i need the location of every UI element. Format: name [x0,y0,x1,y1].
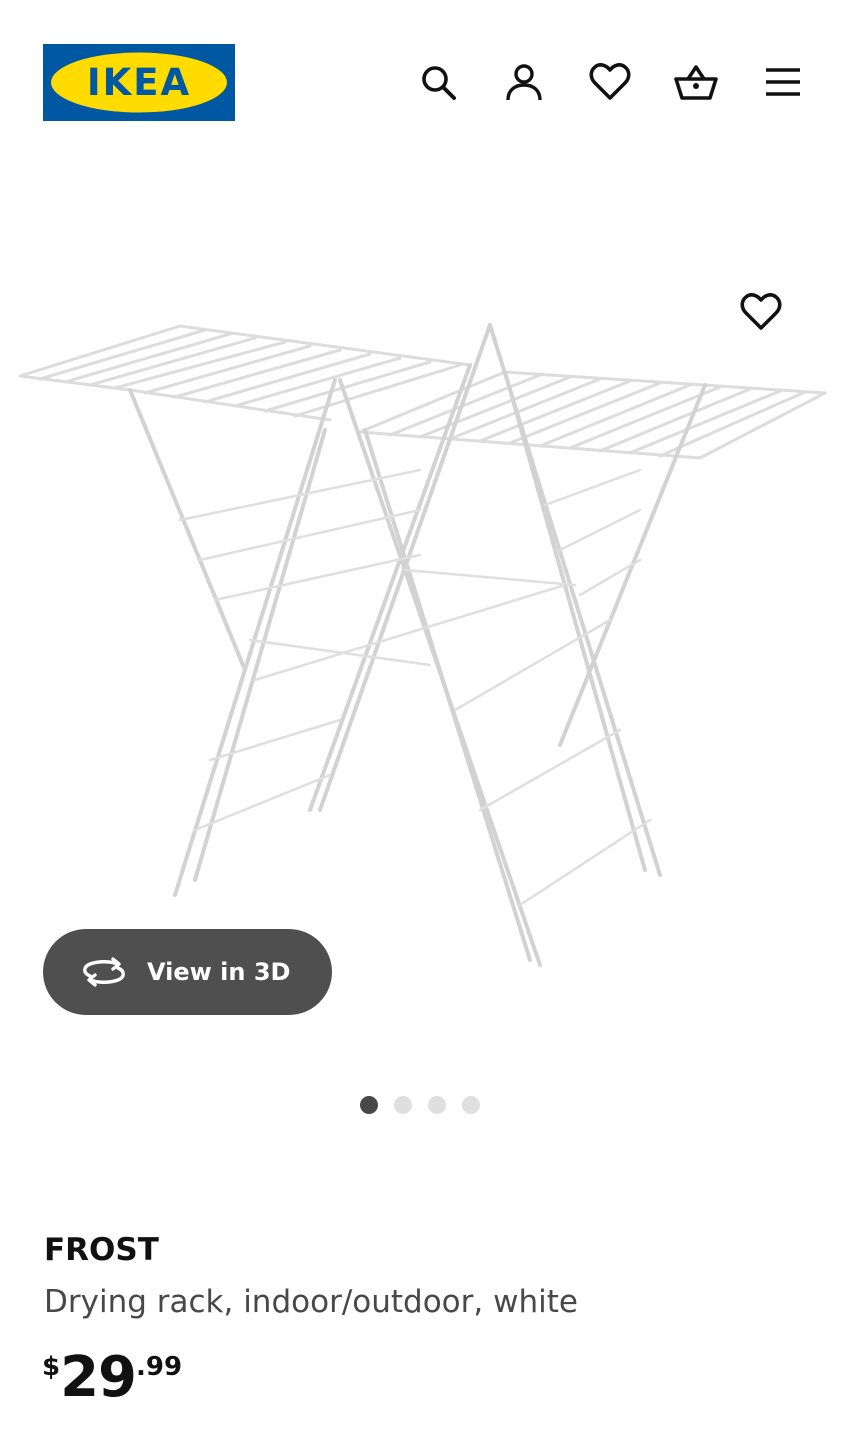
account-icon [506,64,542,101]
ikea-logo[interactable]: IKEA [43,44,235,121]
gallery-dot-2[interactable] [394,1096,412,1114]
account-button[interactable] [502,60,546,104]
price-currency: $ [42,1352,61,1382]
price-decimal: .99 [136,1352,183,1382]
gallery-pagination [360,1096,480,1116]
rotate-3d-icon [83,957,125,987]
search-button[interactable] [416,60,460,104]
site-header: IKEA [0,0,848,165]
basket-button[interactable] [674,60,718,104]
menu-icon [766,68,800,96]
product-description: Drying rack, indoor/outdoor, white [44,1284,578,1320]
logo-wordmark: IKEA [86,61,192,104]
gallery-dot-1[interactable] [360,1096,378,1114]
heart-icon [589,63,631,100]
heart-icon [740,293,782,330]
product-name[interactable]: FROST [44,1232,159,1268]
price-integer: 29 [60,1345,137,1410]
basket-icon [674,65,718,100]
product-image[interactable] [0,165,848,1045]
gallery-dot-4[interactable] [462,1096,480,1114]
view-in-3d-label: View in 3D [147,958,291,986]
menu-button[interactable] [761,60,805,104]
view-in-3d-button[interactable]: View in 3D [43,929,332,1015]
search-icon [422,66,456,100]
gallery-dot-3[interactable] [428,1096,446,1114]
wishlist-button[interactable] [588,60,632,104]
drying-rack-illustration [18,323,827,967]
product-price: $ 29 .99 [42,1346,182,1410]
image-favorite-button[interactable] [737,288,785,336]
